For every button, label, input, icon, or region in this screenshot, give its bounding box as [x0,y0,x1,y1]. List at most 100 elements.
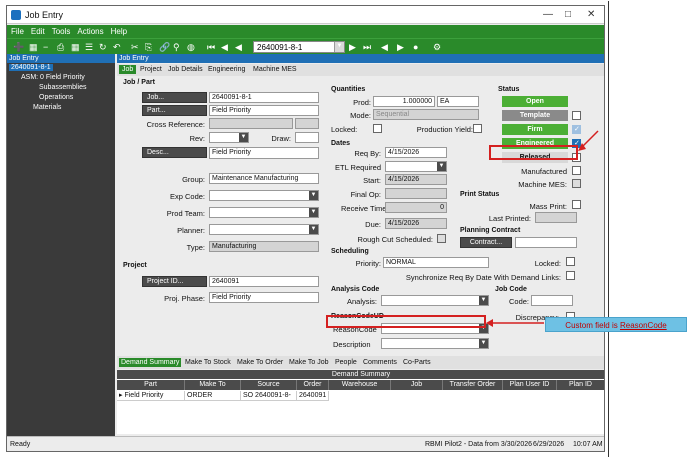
grid-cell-make-to[interactable]: ORDER [185,391,241,401]
prod-qty-field[interactable]: 1.000000 [373,96,435,107]
menu-edit[interactable]: Edit [27,25,48,36]
chevron-down-icon[interactable]: ▼ [334,42,344,52]
project-id-field[interactable]: 2640091 [209,276,319,287]
group-select[interactable]: Maintenance Manufacturing [209,173,319,184]
crossref-field[interactable] [209,118,293,129]
reqby-label: Req By: [354,149,381,158]
minimize-icon[interactable]: — [543,9,553,20]
part-field[interactable]: Field Priority [209,105,319,116]
tab-people[interactable]: People [333,358,359,367]
desc-button[interactable]: Desc... [142,147,207,158]
tab-co-parts[interactable]: Co-Parts [401,358,433,367]
tab-make-to-stock[interactable]: Make To Stock [183,358,233,367]
chevron-down-icon[interactable]: ▼ [239,133,248,142]
grid-header-transfer-order[interactable]: Transfer Order [443,380,503,390]
roughcut-checkbox[interactable] [437,234,446,243]
find-icon[interactable]: ⚲ [173,42,180,52]
grid-cell-order[interactable]: 2640091 [297,391,329,401]
list-icon[interactable]: ☰ [85,42,93,52]
analysis-select[interactable]: ▼ [381,295,489,306]
print-icon[interactable]: ⎙ [57,42,64,52]
tab-comments[interactable]: Comments [361,358,399,367]
job-field[interactable]: 2640091-8-1 [209,92,319,103]
job-button[interactable]: Job... [142,92,207,103]
delete-icon[interactable]: − [43,42,48,52]
tab-machine-mes[interactable]: Machine MES [250,65,300,74]
qty-locked-checkbox[interactable] [373,124,382,133]
expcode-select[interactable]: ▼ [209,190,319,201]
chevron-down-icon[interactable]: ▼ [309,225,318,234]
save-icon[interactable]: ▦ [29,42,38,52]
tree-root-job[interactable]: 2640091-8-1 [9,64,53,71]
back-icon[interactable]: ◀ [235,42,242,52]
binoculars-icon[interactable]: ◍ [187,42,195,52]
home-icon[interactable]: ● [413,42,418,52]
chevron-down-icon[interactable]: ▼ [437,162,446,171]
menu-file[interactable]: File [7,25,27,36]
tree-asm[interactable]: ASM: 0 Field Priority [21,74,85,81]
reason-description-select[interactable]: ▼ [381,338,489,349]
grid-header-order[interactable]: Order [297,380,329,390]
tree-operations[interactable]: Operations [39,94,73,101]
grid-header-job[interactable]: Job [391,380,443,390]
next-record-icon[interactable]: ▶ [349,42,356,52]
grid-header-make-to[interactable]: Make To [185,380,241,390]
previous-record-icon[interactable]: ◀ [221,42,228,52]
grid-cell-part[interactable]: ▸ Field Priority [117,391,185,401]
attach-icon[interactable]: 🔗 [159,42,170,52]
phase-select[interactable]: Field Priority [209,292,319,303]
rev-field[interactable]: ▼ [209,132,249,143]
cut-icon[interactable]: ✂ [131,42,139,52]
draw-field[interactable] [295,132,319,143]
menu-help[interactable]: Help [107,25,130,36]
tab-demand-summary[interactable]: Demand Summary [119,358,182,367]
forward-circle-icon[interactable]: ▶ [397,42,404,52]
menu-tools[interactable]: Tools [48,25,74,36]
etl-select[interactable]: ▼ [385,161,447,172]
refresh-icon[interactable]: ↻ [99,42,107,52]
menu-actions[interactable]: Actions [73,25,106,36]
tab-job-details[interactable]: Job Details [165,65,206,74]
close-icon[interactable]: ✕ [587,9,595,20]
mode-select[interactable]: Sequential [373,109,479,120]
grid-header-plan-id[interactable]: Plan ID [557,380,604,390]
prodteam-select[interactable]: ▼ [209,207,319,218]
grid-header-warehouse[interactable]: Warehouse [329,380,391,390]
settings-icon[interactable]: ⚙ [433,42,441,52]
desc-field[interactable]: Field Priority [209,147,319,159]
tab-job[interactable]: Job [119,65,137,74]
uom-select[interactable]: EA [437,96,479,107]
finalop-field [385,188,447,199]
type-select[interactable]: Manufacturing [209,241,319,252]
chevron-down-icon[interactable]: ▼ [309,191,318,200]
grid-icon[interactable]: ▦ [71,42,80,52]
chevron-down-icon[interactable]: ▼ [479,339,488,348]
back-circle-icon[interactable]: ◀ [381,42,388,52]
project-id-button[interactable]: Project ID... [142,276,207,287]
last-record-icon[interactable]: ⏭ [363,42,371,52]
chevron-down-icon[interactable]: ▼ [309,208,318,217]
grid-cell-source[interactable]: SO 2640091-8- [241,391,297,401]
job-navigator-combo[interactable]: 2640091-8-1 ▼ [253,41,345,53]
priority-select[interactable]: NORMAL [383,257,489,268]
tab-make-to-job[interactable]: Make To Job [287,358,331,367]
template-checkbox[interactable] [572,111,581,120]
undo-icon[interactable]: ↶ [113,42,121,52]
tab-engineering[interactable]: Engineering [205,65,248,74]
first-record-icon[interactable]: ⏮ [207,42,215,52]
reason-description-label: Description [333,340,371,349]
reqby-field[interactable]: 4/15/2026 [385,147,447,158]
tree-materials[interactable]: Materials [33,104,61,111]
new-icon[interactable]: ➕ [13,42,24,52]
roughcut-label: Rough Cut Scheduled: [357,235,433,244]
part-button[interactable]: Part... [142,105,207,116]
grid-header-source[interactable]: Source [241,380,297,390]
tab-project[interactable]: Project [137,65,165,74]
planner-select[interactable]: ▼ [209,224,319,235]
maximize-icon[interactable]: □ [565,9,571,20]
grid-header-part[interactable]: Part [117,380,185,390]
tree-subassemblies[interactable]: Subassemblies [39,84,86,91]
tab-make-to-order[interactable]: Make To Order [235,358,285,367]
grid-header-plan-user-id[interactable]: Plan User ID [503,380,557,390]
paste-icon[interactable]: ⎘ [145,42,152,52]
